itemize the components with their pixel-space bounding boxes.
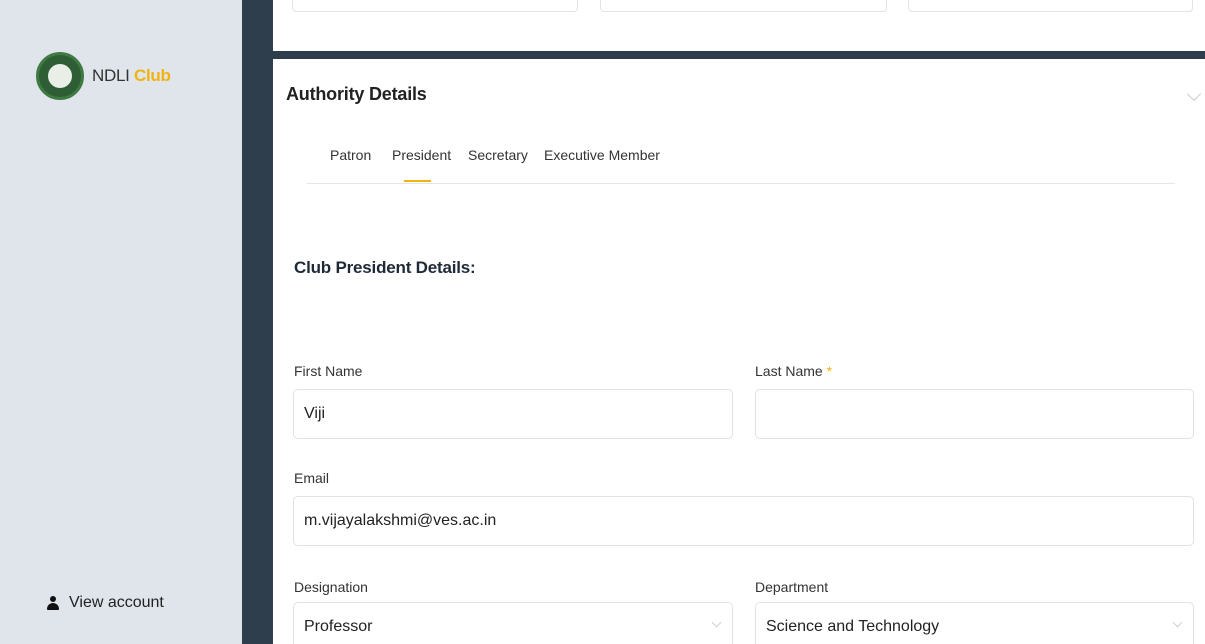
designation-value: Professor <box>304 618 373 635</box>
required-marker: * <box>826 363 833 379</box>
chevron-down-icon <box>711 617 722 628</box>
chevron-down-icon <box>1172 617 1183 628</box>
previous-field[interactable] <box>600 0 887 12</box>
first-name-label: First Name <box>294 363 363 379</box>
tab-patron[interactable]: Patron <box>330 147 371 163</box>
form-heading: Club President Details: <box>294 258 476 277</box>
department-label: Department <box>755 579 829 595</box>
first-name-field[interactable]: Viji <box>293 389 733 439</box>
previous-section-card <box>273 0 1205 51</box>
last-name-label: Last Name * <box>755 363 832 379</box>
ndli-logo-icon <box>36 52 84 100</box>
view-account-link[interactable]: View account <box>46 594 164 612</box>
email-label: Email <box>294 470 330 486</box>
section-title: Authority Details <box>286 84 427 104</box>
tab-executive-member[interactable]: Executive Member <box>544 147 660 163</box>
active-tab-indicator <box>404 180 431 182</box>
authority-tabs: Patron President Secretary Executive Mem… <box>307 147 1175 184</box>
brand-name-suffix: Club <box>133 66 171 85</box>
department-select[interactable]: Science and Technology <box>755 602 1194 644</box>
brand-name: NDLI Club <box>92 66 171 86</box>
sidebar: NDLI Club View account <box>0 0 242 644</box>
view-account-label: View account <box>69 594 164 611</box>
email-value: m.vijayalakshmi@ves.ac.in <box>304 512 497 529</box>
designation-label: Designation <box>294 579 368 595</box>
authority-details-card: Authority Details Patron President Secre… <box>273 59 1205 644</box>
section-divider <box>242 51 1205 59</box>
previous-field[interactable] <box>292 0 578 12</box>
brand-logo-link[interactable]: NDLI Club <box>36 52 171 100</box>
previous-field[interactable] <box>908 0 1193 12</box>
first-name-value: Viji <box>304 405 326 422</box>
designation-select[interactable]: Professor <box>293 602 733 644</box>
tab-president[interactable]: President <box>392 147 451 163</box>
department-value: Science and Technology <box>766 618 940 635</box>
tab-secretary[interactable]: Secretary <box>468 147 528 163</box>
email-field[interactable]: m.vijayalakshmi@ves.ac.in <box>293 496 1194 546</box>
last-name-label-text: Last Name <box>755 363 823 379</box>
chevron-down-icon[interactable] <box>1186 86 1202 102</box>
user-icon <box>46 596 60 610</box>
last-name-field[interactable] <box>755 389 1194 439</box>
brand-name-prefix: NDLI <box>92 66 130 85</box>
sidebar-divider <box>242 0 273 644</box>
